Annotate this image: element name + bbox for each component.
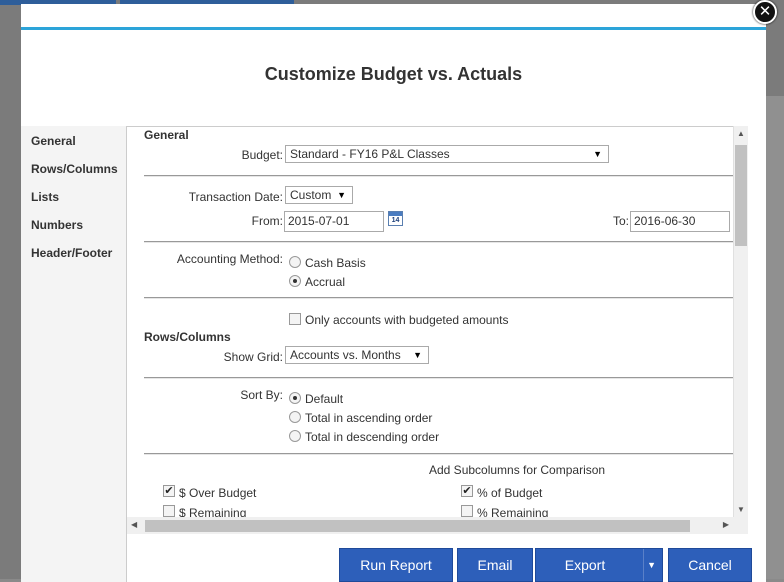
budget-label: Budget: — [241, 148, 283, 162]
vertical-scrollbar[interactable]: ▲ ▼ — [733, 126, 748, 517]
budget-select-value: Standard - FY16 P&L Classes — [290, 147, 450, 161]
run-report-button[interactable]: Run Report — [339, 548, 453, 582]
percent-of-budget-checkbox[interactable]: ✔ — [461, 485, 473, 497]
scroll-left-icon[interactable]: ◀ — [131, 520, 137, 529]
to-label: To: — [612, 214, 629, 228]
horizontal-scrollbar[interactable]: ◀ ▶ — [127, 517, 733, 534]
cash-basis-radio[interactable] — [289, 256, 301, 268]
cancel-button[interactable]: Cancel — [668, 548, 752, 582]
section-title-general: General — [144, 128, 189, 142]
section-title-rows-columns: Rows/Columns — [144, 330, 231, 344]
export-button[interactable]: Export ▼ — [535, 548, 663, 582]
close-icon[interactable]: ✕ — [753, 0, 777, 24]
sort-ascending-label: Total in ascending order — [305, 411, 433, 425]
scroll-up-icon[interactable]: ▲ — [737, 129, 745, 138]
sort-descending-radio[interactable] — [289, 430, 301, 442]
divider — [144, 377, 733, 379]
to-date-input[interactable]: 2016-06-30 — [630, 211, 730, 232]
remaining-checkbox[interactable] — [163, 505, 175, 517]
sort-by-label: Sort By: — [240, 388, 283, 402]
export-split-divider — [643, 549, 644, 581]
divider — [144, 175, 733, 177]
transaction-date-value: Custom — [290, 188, 332, 202]
sidebar-item-general[interactable]: General — [21, 127, 126, 155]
show-grid-select[interactable]: Accounts vs. Months ▼ — [285, 346, 429, 364]
export-button-label: Export — [564, 557, 606, 573]
sidebar-item-header-footer[interactable]: Header/Footer — [21, 239, 126, 267]
sidebar-item-rows-columns[interactable]: Rows/Columns — [21, 155, 126, 183]
background-panel — [765, 96, 784, 579]
divider — [144, 297, 733, 299]
scrollbar-corner — [733, 517, 748, 534]
transaction-date-label: Transaction Date: — [188, 190, 283, 204]
vertical-scroll-thumb[interactable] — [735, 145, 747, 246]
scroll-right-icon[interactable]: ▶ — [723, 520, 729, 529]
show-grid-label: Show Grid: — [223, 350, 283, 364]
from-date-input[interactable]: 2015-07-01 — [284, 211, 384, 232]
sidebar: General Rows/Columns Lists Numbers Heade… — [21, 126, 127, 582]
export-dropdown-icon[interactable]: ▼ — [647, 549, 656, 581]
email-button[interactable]: Email — [457, 548, 533, 582]
dialog-footer: Run Report Email Export ▼ Cancel — [127, 534, 766, 582]
sidebar-item-lists[interactable]: Lists — [21, 183, 126, 211]
percent-remaining-label: % Remaining — [477, 506, 549, 517]
sort-default-radio[interactable] — [289, 392, 301, 404]
over-budget-label: $ Over Budget — [179, 486, 257, 500]
subcolumns-title: Add Subcolumns for Comparison — [429, 463, 606, 477]
percent-of-budget-label: % of Budget — [477, 486, 543, 500]
from-label: From: — [251, 214, 283, 228]
settings-panel: General Budget: Standard - FY16 P&L Clas… — [127, 126, 733, 517]
calendar-icon[interactable]: 14 — [388, 211, 403, 226]
only-budgeted-label: Only accounts with budgeted amounts — [305, 313, 509, 327]
horizontal-scroll-thumb[interactable] — [145, 520, 690, 532]
dialog-title: Customize Budget vs. Actuals — [264, 64, 523, 84]
dropdown-caret-icon: ▼ — [413, 350, 422, 360]
cash-basis-label: Cash Basis — [305, 256, 366, 270]
remaining-label: $ Remaining — [179, 506, 247, 517]
sort-ascending-radio[interactable] — [289, 411, 301, 423]
only-budgeted-checkbox[interactable] — [289, 313, 301, 325]
budget-select[interactable]: Standard - FY16 P&L Classes ▼ — [285, 145, 609, 163]
show-grid-value: Accounts vs. Months — [290, 348, 401, 362]
transaction-date-select[interactable]: Custom ▼ — [285, 186, 353, 204]
dialog-top-edge — [21, 4, 766, 27]
dropdown-caret-icon: ▼ — [337, 190, 346, 200]
divider — [144, 453, 733, 455]
scroll-down-icon[interactable]: ▼ — [737, 505, 745, 514]
percent-remaining-checkbox[interactable] — [461, 505, 473, 517]
divider — [144, 241, 733, 243]
customize-dialog: Customize Budget vs. Actuals General Row… — [21, 27, 766, 582]
sort-descending-label: Total in descending order — [305, 430, 440, 444]
sidebar-item-numbers[interactable]: Numbers — [21, 211, 126, 239]
sort-default-label: Default — [305, 392, 344, 406]
dropdown-caret-icon: ▼ — [593, 149, 602, 159]
accounting-method-label: Accounting Method: — [176, 252, 283, 266]
over-budget-checkbox[interactable]: ✔ — [163, 485, 175, 497]
accrual-radio[interactable] — [289, 275, 301, 287]
accrual-label: Accrual — [305, 275, 346, 289]
